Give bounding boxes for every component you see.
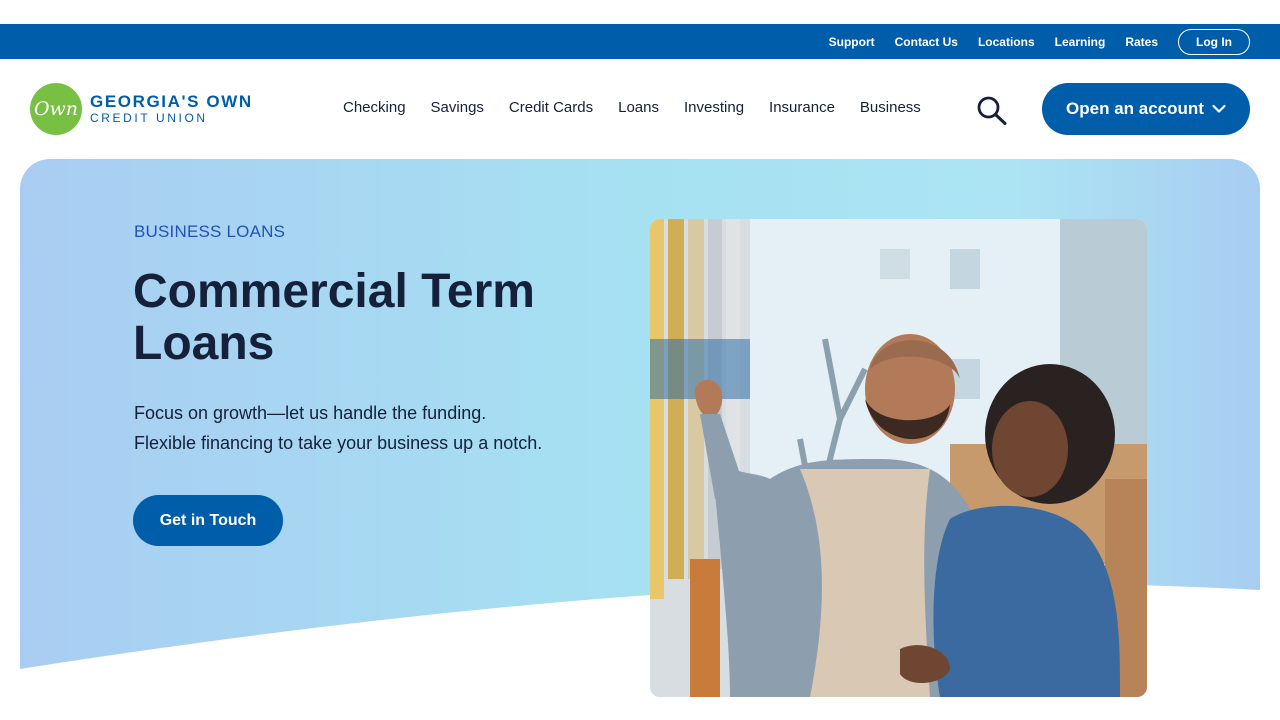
nav-item-credit-cards[interactable]: Credit Cards xyxy=(509,99,593,116)
utility-link-support[interactable]: Support xyxy=(829,35,875,49)
utility-link-contact-us[interactable]: Contact Us xyxy=(895,35,958,49)
logo-mark-text: Own xyxy=(33,98,79,120)
hero-title-line2: Loans xyxy=(133,317,275,370)
chevron-down-icon xyxy=(1212,104,1226,113)
hero-desc-line1: Focus on growth—let us handle the fundin… xyxy=(134,403,487,423)
search-button[interactable] xyxy=(976,95,1008,125)
hero-desc-line2: Flexible financing to take your business… xyxy=(134,433,543,453)
utility-link-locations[interactable]: Locations xyxy=(978,35,1035,49)
search-icon xyxy=(977,96,1007,125)
hero-photo xyxy=(650,219,1147,697)
login-button[interactable]: Log In xyxy=(1178,28,1250,55)
hero-description: Focus on growth—let us handle the fundin… xyxy=(134,398,634,458)
open-account-button[interactable]: Open an account xyxy=(1042,83,1250,135)
utility-link-rates[interactable]: Rates xyxy=(1125,35,1158,49)
hero-title: Commercial Term Loans xyxy=(133,266,603,370)
utility-link-learning[interactable]: Learning xyxy=(1055,35,1106,49)
logo-text: GEORGIA'S OWN CREDIT UNION xyxy=(90,92,253,126)
nav-item-loans[interactable]: Loans xyxy=(618,99,659,116)
logo-name: GEORGIA'S OWN xyxy=(90,92,253,111)
open-account-label: Open an account xyxy=(1066,99,1204,118)
get-in-touch-button[interactable]: Get in Touch xyxy=(133,495,283,546)
logo-subtitle: CREDIT UNION xyxy=(90,111,208,125)
nav-item-investing[interactable]: Investing xyxy=(684,99,744,116)
logo-mark: Own xyxy=(30,83,82,135)
logo[interactable]: Own GEORGIA'S OWN CREDIT UNION xyxy=(30,83,253,135)
hero-title-line1: Commercial Term xyxy=(133,265,535,318)
main-header: Own GEORGIA'S OWN CREDIT UNION Checking … xyxy=(0,59,1280,159)
nav-item-savings[interactable]: Savings xyxy=(431,99,484,116)
hero-photo-illustration xyxy=(650,219,1147,697)
nav-item-insurance[interactable]: Insurance xyxy=(769,99,835,116)
nav-item-checking[interactable]: Checking xyxy=(343,99,406,116)
hero-eyebrow: BUSINESS LOANS xyxy=(134,222,286,241)
utility-bar: Support Contact Us Locations Learning Ra… xyxy=(0,24,1280,59)
main-nav: Checking Savings Credit Cards Loans Inve… xyxy=(343,99,946,116)
nav-item-business[interactable]: Business xyxy=(860,99,921,116)
